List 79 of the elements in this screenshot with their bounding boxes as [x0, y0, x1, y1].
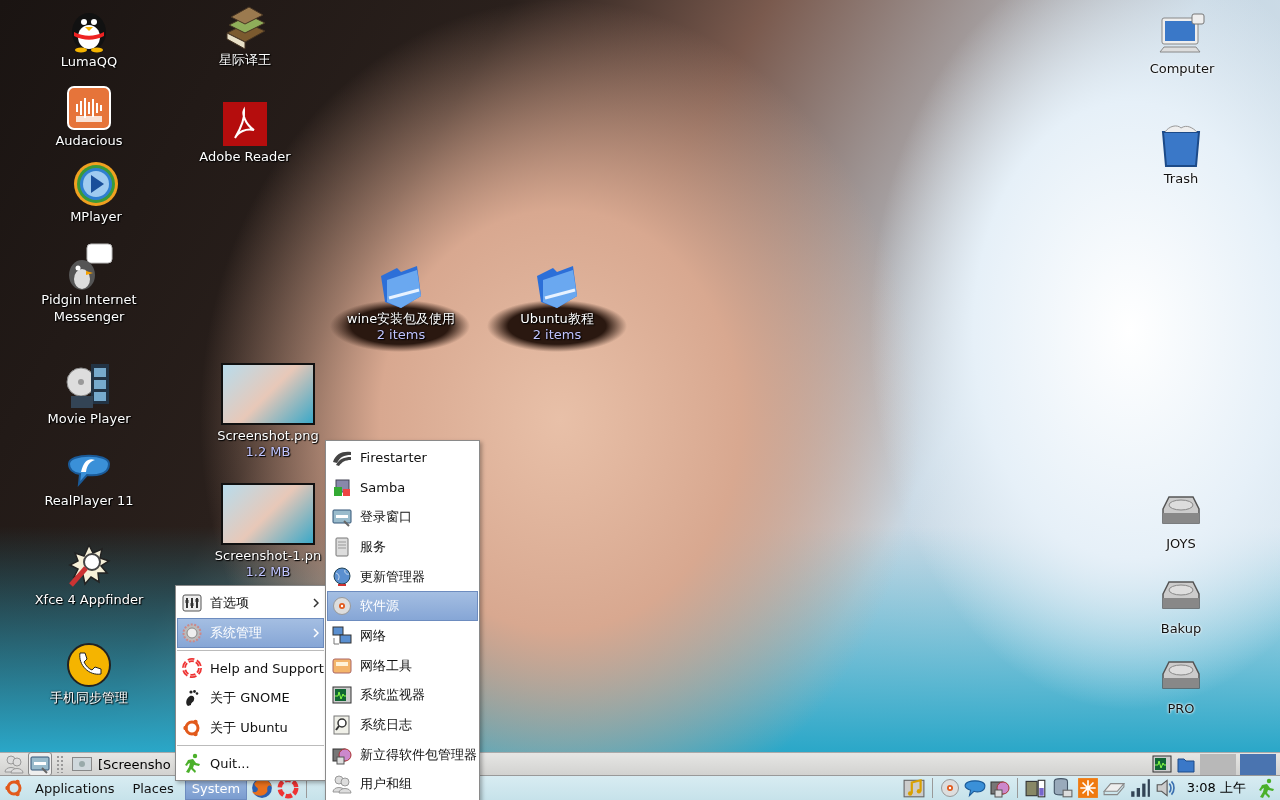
panel-menu-button[interactable]: Applications — [28, 776, 122, 800]
clock[interactable]: 3:08 上午 — [1180, 779, 1252, 797]
lifebuoy-icon — [182, 658, 202, 678]
menu-item[interactable]: Quit... — [177, 748, 324, 778]
menu-item[interactable]: 登录窗口 — [327, 502, 478, 532]
ubuntu-logo-icon — [4, 778, 24, 798]
icon-sublabel: 2 items — [376, 327, 426, 343]
icon-label: 星际译王 — [219, 51, 271, 68]
icon-label: Screenshot.png — [217, 427, 319, 444]
login-window-icon — [332, 507, 352, 528]
play-button-icon[interactable] — [72, 160, 120, 208]
disc-icon — [332, 596, 352, 617]
icon-label: Computer — [1149, 60, 1215, 77]
panel-menu-button[interactable]: Places — [125, 776, 181, 800]
icon-sublabel: 1.2 MB — [245, 564, 291, 580]
sliders-icon — [182, 593, 202, 613]
window-button[interactable]: [Screensho — [68, 753, 175, 775]
document-search-icon — [332, 714, 352, 735]
login-window-icon — [30, 754, 50, 774]
battery-icon[interactable] — [1024, 777, 1047, 799]
icon-label: Ubuntu教程 — [520, 310, 594, 327]
monitor-icon — [1152, 754, 1172, 774]
icon-label: PRO — [1167, 700, 1195, 717]
workspace-switcher-cell[interactable] — [1200, 753, 1236, 775]
menu-item[interactable]: 网络工具 — [327, 650, 478, 681]
phone-icon[interactable] — [65, 641, 113, 689]
icon-label: Audacious — [55, 132, 123, 149]
speaker-icon[interactable] — [1154, 777, 1177, 799]
document-icon[interactable] — [221, 100, 269, 148]
image-icon — [72, 757, 92, 771]
audio-player-icon[interactable] — [65, 84, 113, 132]
music-note-icon[interactable] — [902, 777, 925, 799]
signal-bars-icon[interactable] — [1128, 777, 1151, 799]
icon-label: 手机同步管理 — [50, 689, 128, 706]
icon-label: MPlayer — [70, 208, 122, 225]
menu-item[interactable]: 网络 — [327, 621, 478, 651]
icon-label: Bakup — [1160, 620, 1202, 637]
menu-item[interactable]: 新立得软件包管理器 — [327, 739, 478, 770]
icon-label: Adobe Reader — [199, 148, 291, 165]
icon-label: Trash — [1163, 170, 1199, 187]
icon-label: Xfce 4 Appfinder — [34, 591, 144, 608]
image-thumbnail[interactable] — [221, 483, 315, 545]
icon-label: Screenshot-1.pn — [214, 547, 322, 564]
ubuntu-logo-icon — [182, 718, 202, 738]
menu-item[interactable]: 更新管理器 — [327, 561, 478, 592]
running-man-icon — [182, 753, 202, 773]
icon-label: wine安装包及使用 — [346, 310, 456, 327]
menu-item[interactable]: Samba — [327, 472, 478, 503]
globe-icon — [332, 566, 352, 587]
burst-icon[interactable] — [1076, 777, 1099, 799]
workspace-switcher-cell[interactable] — [1240, 753, 1276, 775]
running-man-icon — [1256, 778, 1276, 798]
users-icon — [332, 774, 352, 795]
menu-item[interactable]: 用户和组 — [327, 769, 478, 800]
icon-label: LumaQQ — [60, 53, 118, 70]
icon-label: Pidgin Internet Messenger — [40, 291, 138, 325]
menu-item[interactable]: Help and Support — [177, 653, 324, 683]
chevron-right-icon — [313, 598, 319, 608]
icon-label: RealPlayer 11 — [44, 492, 134, 509]
menu-item[interactable]: 服务 — [327, 532, 478, 562]
icon-sublabel: 2 items — [532, 327, 582, 343]
image-thumbnail[interactable] — [221, 363, 315, 425]
menu-item[interactable]: Firestarter — [327, 443, 478, 473]
menu-item[interactable]: 首选项 — [177, 588, 324, 618]
server-icon — [332, 536, 352, 557]
network-icon — [332, 625, 352, 646]
menu-item[interactable]: 系统监视器 — [327, 680, 478, 711]
icon-label: JOYS — [1166, 535, 1196, 552]
menu-item[interactable]: 系统日志 — [327, 710, 478, 740]
toolbox-icon — [332, 655, 352, 676]
screenshot-tool-button[interactable] — [28, 752, 52, 776]
panel-handle[interactable] — [56, 755, 64, 773]
gear-icon — [182, 623, 202, 643]
menu-item[interactable]: 关于 Ubuntu — [177, 713, 324, 743]
icon-label: Movie Player — [47, 410, 131, 427]
icon-sublabel: 1.2 MB — [245, 444, 291, 460]
chevron-right-icon — [313, 628, 319, 638]
monitor-icon — [332, 685, 352, 706]
menu-item[interactable]: 关于 GNOME — [177, 683, 324, 713]
